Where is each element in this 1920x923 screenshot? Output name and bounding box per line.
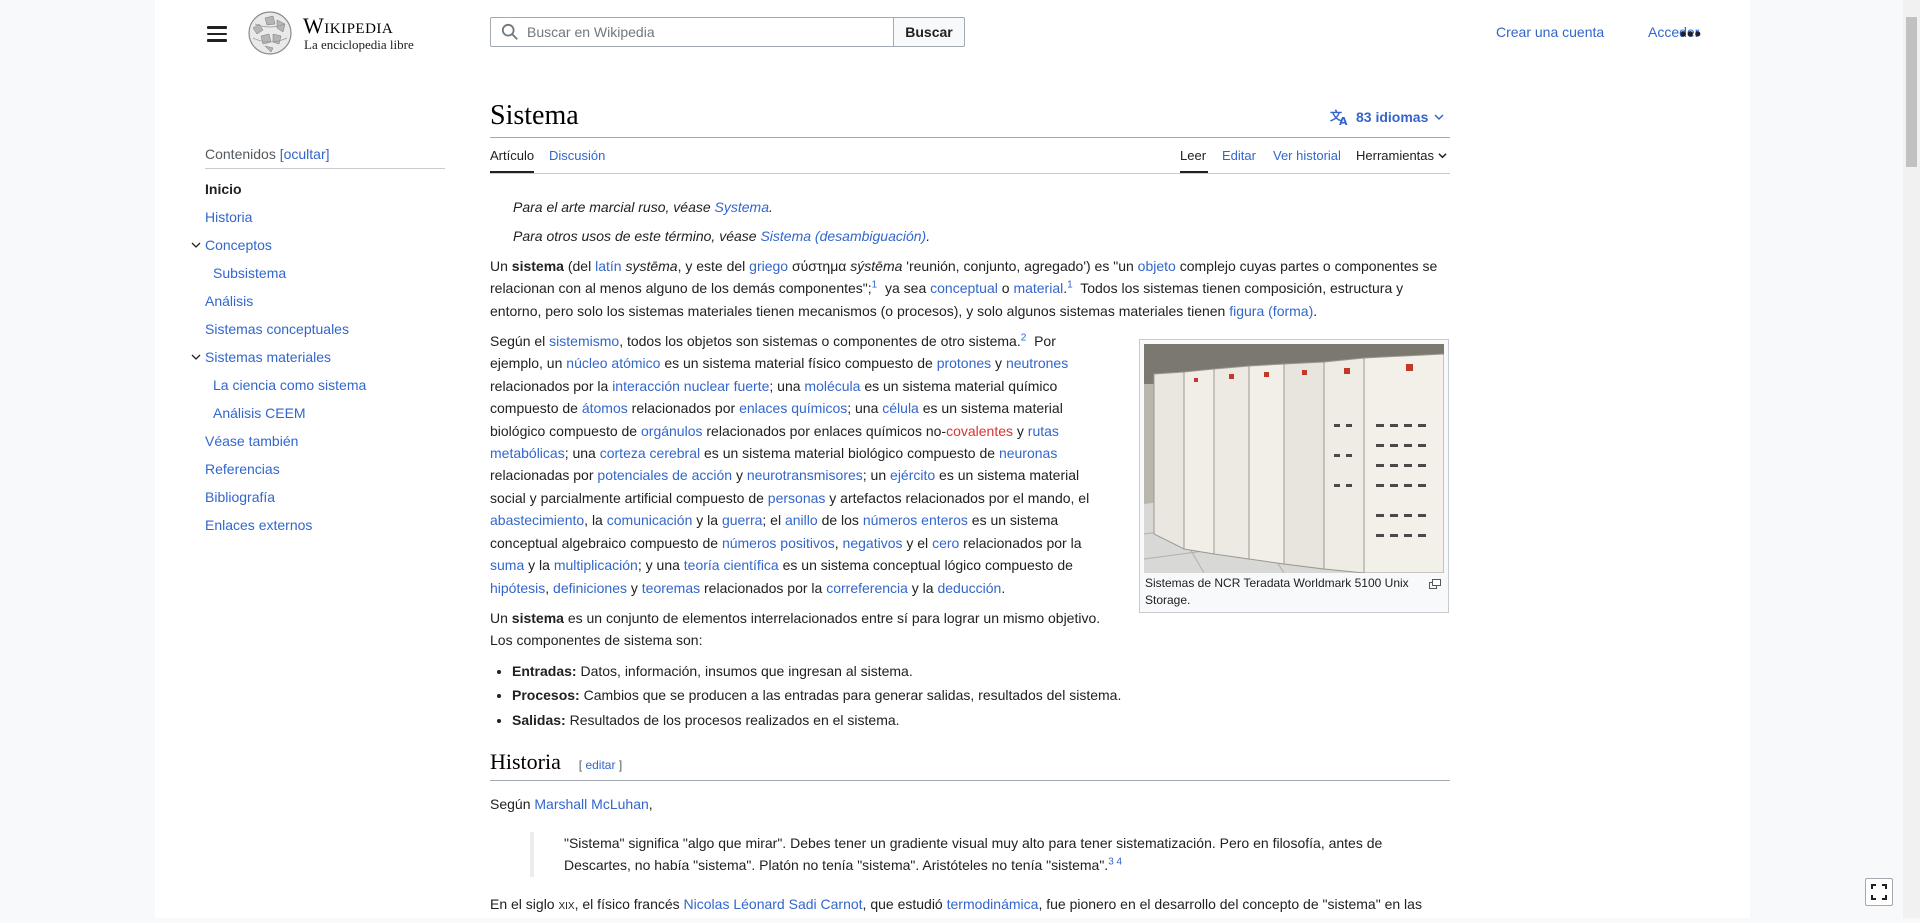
tab-edit[interactable]: Editar [1222,148,1256,163]
mcluhan-link[interactable]: Marshall McLuhan [534,796,648,812]
tab-discussion[interactable]: Discusión [549,148,605,163]
create-account-link[interactable]: Crear una cuenta [1496,24,1604,40]
chevron-down-icon[interactable] [191,240,201,250]
tabs-divider [490,173,1450,174]
chevron-down-icon [1438,153,1447,159]
section-divider [490,780,1450,782]
section-edit-link[interactable]: [ editar ] [579,758,622,772]
toc-item-referencias[interactable]: Referencias [205,455,445,483]
hatnote: Para el arte marcial ruso, véase Systema… [513,199,773,215]
toc-title: Contenidos [205,146,276,162]
list-item: Entradas: Datos, información, insumos qu… [512,660,1450,682]
history-paragraph: Según Marshall McLuhan, [490,796,653,813]
title-divider [490,137,1450,138]
toc-item-sistemas-conceptuales[interactable]: Sistemas conceptuales [205,315,445,343]
server-racks-image[interactable] [1144,344,1444,573]
tools-label: Herramientas [1356,148,1435,163]
list-item: Salidas: Resultados de los procesos real… [512,709,1450,731]
fullscreen-button[interactable] [1865,878,1893,906]
article-thumbnail: Sistemas de NCR Teradata Worldmark 5100 … [1139,339,1449,613]
search-icon [501,23,518,40]
language-button[interactable]: 文A 83 idiomas [1330,108,1444,126]
mcluhan-quote: "Sistema" significa "algo que mirar". De… [530,831,1390,877]
wikipedia-globe-icon[interactable] [245,10,295,56]
toc-item-sistemas-materiales[interactable]: Sistemas materiales [191,343,445,371]
toc-header: Contenidos [ocultar] [205,146,445,169]
hatnote-link[interactable]: Systema [715,199,769,215]
carnot-paragraph: En el siglo xix, el físico francés Nicol… [490,895,1422,912]
toc-item-enlaces-externos[interactable]: Enlaces externos [205,511,445,539]
tab-article[interactable]: Artículo [490,148,534,163]
toc-item-analisis-ceem[interactable]: Análisis CEEM [205,399,445,427]
svg-text:A: A [1339,115,1348,126]
wikipedia-wordmark[interactable]: Wikipedia [303,13,393,39]
hatnote-link[interactable]: Sistema (desambiguación) [760,228,926,244]
toc-item-vease-tambien[interactable]: Véase también [205,427,445,455]
scrollbar[interactable] [1903,0,1920,918]
history-section-heading: Historia [ editar ] [490,748,1450,776]
fullscreen-icon [1871,884,1887,900]
page-container: Wikipedia La enciclopedia libre Buscar e… [155,0,1750,918]
toc-item-ciencia-como-sistema[interactable]: La ciencia como sistema [205,371,445,399]
wikipedia-tagline: La enciclopedia libre [304,37,414,52]
translate-icon: 文A [1330,108,1348,126]
toc-item-label[interactable]: Conceptos [205,237,272,253]
scrollbar-thumb[interactable] [1906,17,1917,167]
list-item: Procesos: Cambios que se producen a las … [512,684,1450,706]
hatnote: Para otros usos de este término, véase S… [513,228,931,245]
section-heading: Historia [490,748,561,774]
toc-item-label[interactable]: Sistemas materiales [205,349,331,365]
toc-item-inicio[interactable]: Inicio [205,175,445,203]
main-menu-button[interactable] [205,22,229,44]
chevron-down-icon[interactable] [191,352,201,362]
systemism-paragraph: Según el sistemismo, todos los objetos s… [490,332,1101,649]
search-input[interactable]: Buscar en Wikipedia [490,17,894,47]
toc-item-historia[interactable]: Historia [205,203,445,231]
search-button[interactable]: Buscar [893,17,965,47]
page-title: Sistema [490,100,579,131]
toc-hide-button[interactable]: [ocultar] [280,146,330,162]
toc-item-analisis[interactable]: Análisis [205,287,445,315]
tab-view-history[interactable]: Ver historial [1273,148,1341,163]
toc-item-bibliografia[interactable]: Bibliografía [205,483,445,511]
hamburger-icon [207,26,227,29]
language-count: 83 idiomas [1356,109,1429,125]
tab-read[interactable]: Leer [1180,148,1206,163]
table-of-contents: Contenidos [ocultar] Inicio Historia Con… [191,146,445,539]
search-placeholder: Buscar en Wikipedia [527,24,655,40]
thumbnail-caption: Sistemas de NCR Teradata Worldmark 5100 … [1145,576,1409,607]
components-list: Entradas: Datos, información, insumos qu… [490,660,1450,731]
intro-paragraph: Un sistema (del latín systēma, y este de… [490,257,1438,319]
enlarge-icon[interactable] [1429,579,1441,589]
toc-item-conceptos[interactable]: Conceptos [191,231,445,259]
more-options-icon[interactable]: ••• [1680,24,1702,45]
tools-menu[interactable]: Herramientas [1356,148,1447,163]
toc-item-subsistema[interactable]: Subsistema [205,259,445,287]
chevron-down-icon [1434,114,1444,121]
